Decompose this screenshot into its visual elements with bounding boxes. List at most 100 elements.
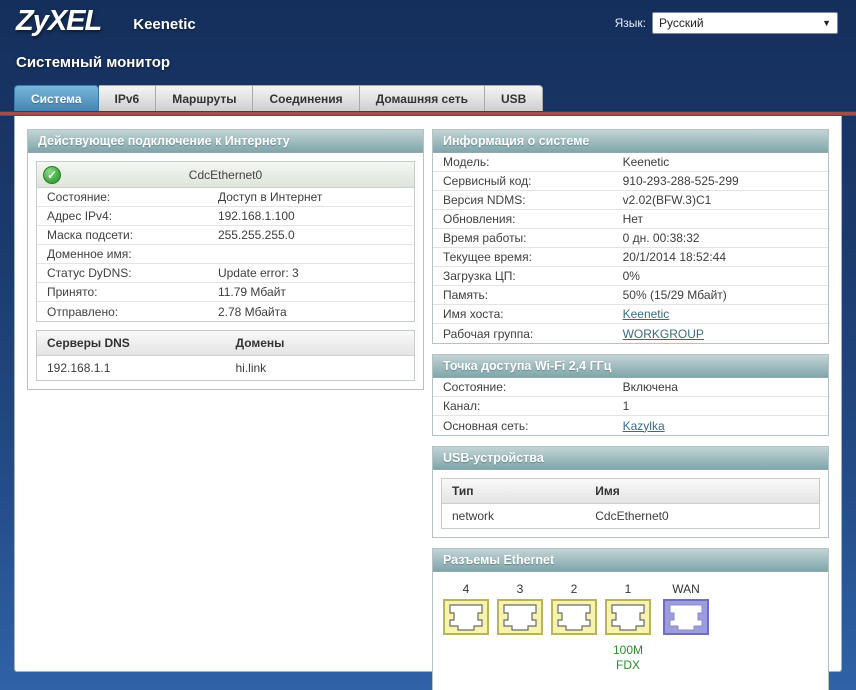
row-value: Доступ в Интернет	[218, 190, 322, 204]
table-row: Имя хоста: Keenetic	[433, 305, 828, 324]
row-value: v2.02(BFW.3)C1	[623, 193, 712, 207]
table-row: Состояние: Включена	[433, 378, 828, 397]
ethernet-panel: Разъемы Ethernet 4 3	[432, 548, 829, 690]
workgroup-link[interactable]: WORKGROUP	[623, 327, 704, 341]
row-label: Время работы:	[433, 231, 623, 245]
table-row: Статус DyDNS: Update error: 3	[37, 264, 414, 283]
row-value: Keenetic	[623, 155, 670, 169]
ethernet-port-3: 3	[497, 582, 543, 673]
green-check-icon: ✓	[43, 166, 61, 184]
row-label: Отправлено:	[37, 305, 218, 319]
usb-table-header: Тип Имя	[442, 479, 819, 504]
row-label: Версия NDMS:	[433, 193, 623, 207]
table-row: Адрес IPv4: 192.168.1.100	[37, 207, 414, 226]
port-label: 1	[605, 582, 651, 596]
port-label: 4	[443, 582, 489, 596]
port-label: 3	[497, 582, 543, 596]
table-row: Время работы: 0 дн. 00:38:32	[433, 229, 828, 248]
table-row: Принято: 11.79 Мбайт	[37, 283, 414, 302]
table-row: Основная сеть: Kazylka	[433, 416, 828, 435]
ethernet-port-1: 1 100M FDX	[605, 582, 651, 673]
page-title: Системный монитор	[0, 42, 856, 85]
row-label: Загрузка ЦП:	[433, 269, 623, 283]
row-label: Маска подсети:	[37, 228, 218, 242]
row-value: Нет	[623, 212, 643, 226]
usb-type-value: network	[442, 504, 585, 528]
row-label: Рабочая группа:	[433, 327, 623, 341]
table-row: Обновления: Нет	[433, 210, 828, 229]
port-label: 2	[551, 582, 597, 596]
row-value: 255.255.255.0	[218, 228, 295, 242]
table-row: Версия NDMS: v2.02(BFW.3)C1	[433, 191, 828, 210]
row-label: Состояние:	[37, 190, 218, 204]
row-value: 910-293-288-525-299	[623, 174, 739, 188]
table-row: 192.168.1.1 hi.link	[37, 356, 414, 380]
table-row: Текущее время: 20/1/2014 18:52:44	[433, 248, 828, 267]
dns-domain-value: hi.link	[226, 356, 415, 380]
top-header: ZyXEL Keenetic Язык: Русский ▼	[0, 0, 856, 42]
row-value: 0%	[623, 269, 640, 283]
port-speed: 100M	[605, 643, 651, 658]
row-value: 192.168.1.100	[218, 209, 295, 223]
dns-table-header: Серверы DNS Домены	[37, 331, 414, 356]
row-label: Принято:	[37, 285, 218, 299]
tab-system[interactable]: Система	[14, 85, 99, 111]
row-label: Канал:	[433, 399, 623, 413]
rj45-port-icon	[443, 599, 489, 635]
usb-panel: USB-устройства Тип Имя network CdcEthern…	[432, 446, 829, 538]
table-row: Отправлено: 2.78 Мбайта	[37, 302, 414, 321]
rj45-port-icon	[551, 599, 597, 635]
internet-panel-title: Действующее подключение к Интернету	[28, 130, 423, 153]
hostname-link[interactable]: Keenetic	[623, 307, 670, 321]
rj45-port-icon	[497, 599, 543, 635]
wifi-panel: Точка доступа Wi-Fi 2,4 ГГц Состояние: В…	[432, 354, 829, 436]
table-row: Маска подсети: 255.255.255.0	[37, 226, 414, 245]
table-row: Рабочая группа: WORKGROUP	[433, 324, 828, 343]
ethernet-port-4: 4	[443, 582, 489, 673]
connection-header: ✓ CdcEthernet0	[37, 162, 414, 188]
row-label: Статус DyDNS:	[37, 266, 218, 280]
row-label: Сервисный код:	[433, 174, 623, 188]
row-label: Память:	[433, 288, 623, 302]
ethernet-ports: 4 3 2	[433, 572, 828, 677]
ethernet-port-2: 2	[551, 582, 597, 673]
table-row: Состояние: Доступ в Интернет	[37, 188, 414, 207]
dns-table: Серверы DNS Домены 192.168.1.1 hi.link	[36, 330, 415, 381]
ethernet-panel-spacer	[433, 677, 828, 690]
port-label: WAN	[663, 582, 709, 596]
tab-connections[interactable]: Соединения	[253, 85, 359, 111]
usb-table: Тип Имя network CdcEthernet0	[441, 478, 820, 529]
table-row: Сервисный код: 910-293-288-525-299	[433, 172, 828, 191]
main-content: Действующее подключение к Интернету ✓ Cd…	[14, 116, 842, 672]
usb-name-value: CdcEthernet0	[585, 504, 819, 528]
row-value: 2.78 Мбайта	[218, 305, 287, 319]
row-value: Включена	[623, 380, 678, 394]
language-select[interactable]: Русский ▼	[652, 12, 838, 34]
connection-status-box: ✓ CdcEthernet0 Состояние: Доступ в Интер…	[36, 161, 415, 322]
row-value: 1	[623, 399, 630, 413]
tab-routes[interactable]: Маршруты	[156, 85, 253, 111]
tab-ipv6[interactable]: IPv6	[99, 85, 157, 111]
row-label: Состояние:	[433, 380, 623, 394]
left-column: Действующее подключение к Интернету ✓ Cd…	[27, 129, 424, 400]
row-label: Обновления:	[433, 212, 623, 226]
language-selected-value: Русский	[659, 16, 704, 30]
usb-type-header: Тип	[442, 479, 585, 503]
table-row: Загрузка ЦП: 0%	[433, 267, 828, 286]
row-label: Имя хоста:	[433, 307, 623, 321]
wifi-network-link[interactable]: Kazylka	[623, 419, 665, 433]
row-value: 11.79 Мбайт	[218, 285, 286, 299]
tab-home-network[interactable]: Домашняя сеть	[360, 85, 485, 111]
system-info-panel: Информация о системе Модель: Keenetic Се…	[432, 129, 829, 344]
wifi-panel-title: Точка доступа Wi-Fi 2,4 ГГц	[433, 355, 828, 378]
table-row: Канал: 1	[433, 397, 828, 416]
product-name: Keenetic	[133, 16, 196, 33]
row-label: Текущее время:	[433, 250, 623, 264]
language-label: Язык:	[615, 16, 646, 30]
row-label: Основная сеть:	[433, 419, 623, 433]
tab-usb[interactable]: USB	[485, 85, 543, 111]
row-label: Модель:	[433, 155, 623, 169]
right-column: Информация о системе Модель: Keenetic Се…	[432, 129, 829, 690]
table-row: Модель: Keenetic	[433, 153, 828, 172]
system-panel-title: Информация о системе	[433, 130, 828, 153]
